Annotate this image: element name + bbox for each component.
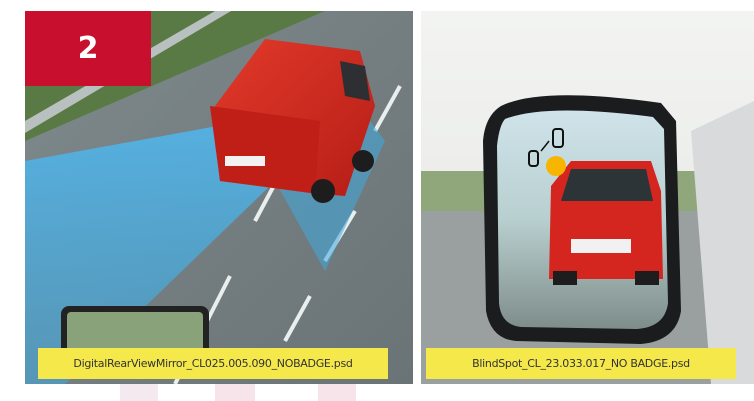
bottom-strip <box>120 384 158 401</box>
step-number-badge: 2 <box>25 11 151 86</box>
file-caption-blind-spot: BlindSpot_CL_23.033.017_NO BADGE.psd <box>426 348 736 379</box>
bottom-strip <box>318 384 356 401</box>
bottom-strip <box>215 384 255 401</box>
blind-spot-illustration <box>421 11 754 384</box>
reflected-van <box>549 161 663 285</box>
file-caption-rear-view: DigitalRearViewMirror_CL025.005.090_NOBA… <box>38 348 388 379</box>
blind-spot-image <box>421 11 754 384</box>
